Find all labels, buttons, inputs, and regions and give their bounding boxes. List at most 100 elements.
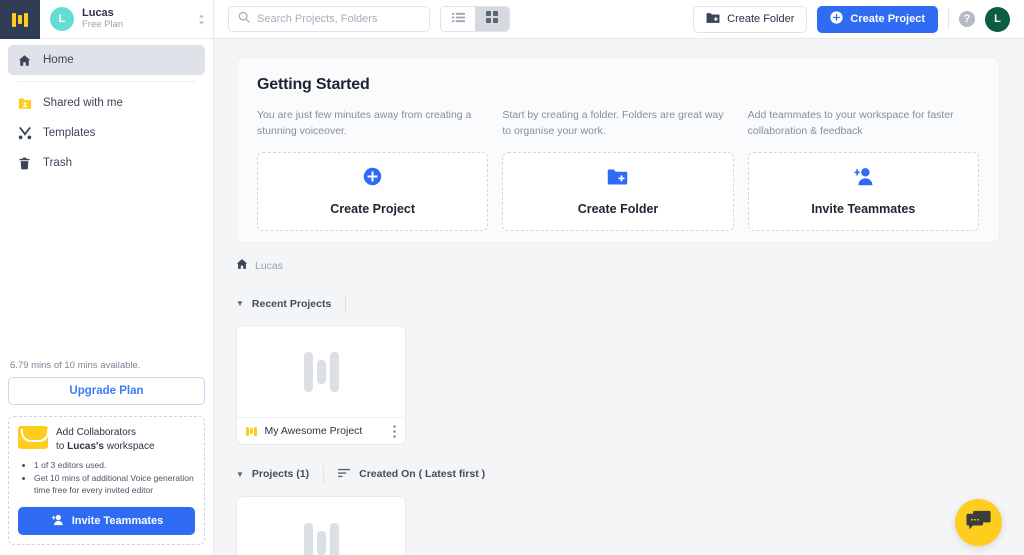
workspace-switcher[interactable]: L Lucas Free Plan	[40, 0, 213, 38]
sidebar-item-home[interactable]: Home	[8, 45, 205, 75]
audio-logo-icon	[246, 426, 257, 436]
tile-label: Create Folder	[577, 201, 659, 216]
search-icon	[238, 10, 250, 28]
section-divider	[323, 465, 325, 483]
user-info: Lucas Free Plan	[82, 7, 190, 32]
invite-teammates-label: Invite Teammates	[71, 515, 164, 527]
projects-count-label: Projects (1)	[251, 468, 310, 480]
recent-projects-grid: My Awesome Project	[236, 325, 1000, 445]
list-view-button[interactable]	[441, 7, 475, 31]
shared-folder-icon	[17, 97, 32, 110]
sort-control[interactable]: Created On ( Latest first )	[338, 465, 485, 483]
chat-support-button[interactable]	[955, 499, 1002, 546]
getting-started-grid: You are just few minutes away from creat…	[257, 107, 979, 231]
list-view-icon	[451, 10, 465, 28]
tile-label: Create Project	[330, 202, 416, 216]
create-folder-label: Create Folder	[727, 13, 795, 25]
sidebar-item-trash[interactable]: Trash	[8, 148, 205, 178]
section-divider	[345, 295, 347, 312]
user-plan: Free Plan	[82, 19, 124, 31]
project-card[interactable]: My Awesome Project	[236, 325, 406, 445]
project-thumbnail	[237, 326, 405, 417]
sort-label: Created On ( Latest first )	[359, 468, 486, 480]
person-plus-icon	[852, 167, 874, 191]
collaborators-benefits-list: 1 of 3 editors used. Get 10 mins of addi…	[34, 459, 195, 497]
grid-view-icon	[486, 10, 498, 28]
card-description: Start by creating a folder. Folders are …	[502, 109, 724, 138]
sidebar-header: L Lucas Free Plan	[0, 0, 213, 39]
main-area: Create Folder Create Project ? L Getting…	[214, 0, 1024, 555]
collaborators-header: Add Collaborators to Lucas's workspace	[18, 425, 195, 455]
page-title: Getting Started	[257, 76, 370, 93]
content-area: Getting Started You are just few minutes…	[214, 39, 1024, 555]
folder-plus-icon	[706, 12, 720, 27]
home-icon	[236, 257, 248, 275]
sidebar-item-label: Templates	[43, 127, 96, 139]
folder-plus-icon	[607, 168, 628, 191]
kebab-menu-icon[interactable]	[393, 424, 396, 438]
sidebar-divider	[17, 81, 196, 82]
user-name: Lucas	[82, 6, 114, 19]
plus-circle-icon	[363, 167, 382, 191]
upgrade-plan-button[interactable]: Upgrade Plan	[8, 376, 205, 405]
chevron-down-icon[interactable]: ▼	[236, 470, 244, 479]
top-toolbar: Create Folder Create Project ? L	[214, 0, 1024, 39]
recent-projects-header: ▼ Recent Projects	[236, 295, 1000, 312]
grid-view-button[interactable]	[475, 7, 509, 31]
create-project-button[interactable]: Create Project	[817, 5, 938, 33]
waveform-placeholder-icon	[303, 522, 339, 555]
templates-icon	[17, 126, 32, 140]
user-avatar-button[interactable]: L	[985, 6, 1010, 32]
home-icon	[17, 54, 32, 67]
collaborators-title: Add Collaborators	[56, 426, 137, 438]
sidebar-item-label: Home	[43, 54, 74, 66]
create-project-tile[interactable]: Create Project	[257, 152, 489, 231]
audio-logo-icon	[12, 12, 28, 27]
app-logo[interactable]	[0, 0, 40, 39]
view-toggle-group	[440, 6, 510, 32]
project-card[interactable]	[236, 496, 406, 555]
add-collaborators-card: Add Collaborators to Lucas's workspace 1…	[8, 415, 205, 545]
sidebar-item-label: Shared with me	[43, 97, 123, 109]
recent-projects-label: Recent Projects	[251, 297, 332, 310]
search-input[interactable]	[257, 13, 420, 25]
sidebar-footer: 6.79 mins of 10 mins available. Upgrade …	[0, 360, 213, 555]
create-folder-button[interactable]: Create Folder	[693, 5, 808, 33]
chevron-updown-icon	[198, 14, 205, 25]
projects-section-header: ▼ Projects (1) Created On ( Latest first…	[236, 465, 1000, 483]
usage-text: 6.79 mins of 10 mins available.	[10, 359, 141, 371]
trash-icon	[17, 157, 32, 170]
project-card-footer: My Awesome Project	[237, 417, 405, 444]
card-description: You are just few minutes away from creat…	[257, 109, 472, 138]
search-box[interactable]	[228, 6, 430, 32]
list-item: 1 of 3 editors used.	[34, 459, 195, 472]
toolbar-divider	[948, 8, 949, 30]
tile-label: Invite Teammates	[811, 202, 916, 216]
breadcrumb[interactable]: Lucas	[236, 257, 1000, 275]
sidebar-nav: Home Shared with me Templates Trash	[0, 39, 213, 178]
sidebar-item-templates[interactable]: Templates	[8, 118, 205, 148]
list-item: Get 10 mins of additional Voice generati…	[34, 472, 195, 498]
invite-teammates-tile[interactable]: Invite Teammates	[747, 152, 979, 231]
create-project-label: Create Project	[850, 13, 925, 25]
getting-started-card-project: You are just few minutes away from creat…	[257, 107, 489, 231]
person-plus-icon	[50, 514, 64, 529]
create-folder-tile[interactable]: Create Folder	[502, 152, 734, 231]
card-description: Add teammates to your workspace for fast…	[747, 109, 954, 138]
sidebar-item-shared-with-me[interactable]: Shared with me	[8, 88, 205, 118]
chevron-down-icon[interactable]: ▼	[236, 299, 244, 308]
avatar: L	[50, 7, 74, 31]
plus-circle-icon	[830, 11, 844, 27]
app-root: L Lucas Free Plan Home Shared with me Te…	[0, 0, 1024, 555]
help-icon[interactable]: ?	[959, 11, 975, 27]
getting-started-card-folder: Start by creating a folder. Folders are …	[502, 107, 734, 231]
waveform-placeholder-icon	[303, 351, 339, 392]
envelope-icon	[18, 425, 48, 449]
toolbar-actions: Create Folder Create Project ? L	[693, 5, 1010, 33]
sort-icon	[338, 465, 351, 483]
projects-grid	[236, 496, 1000, 555]
invite-teammates-button[interactable]: Invite Teammates	[18, 507, 195, 535]
project-name: My Awesome Project	[264, 425, 363, 437]
project-thumbnail	[237, 497, 405, 555]
